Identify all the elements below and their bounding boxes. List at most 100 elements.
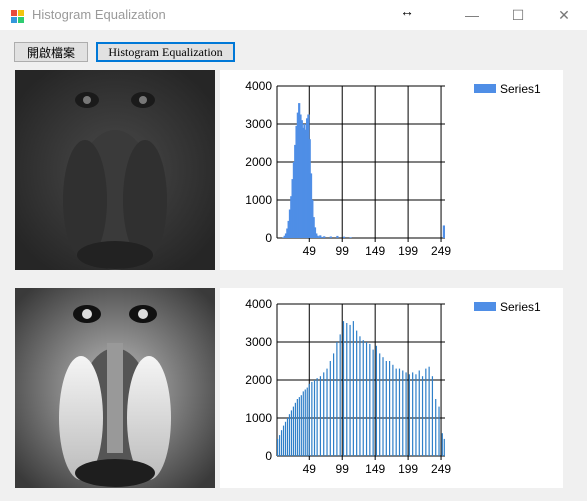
histogram-bar <box>304 389 306 456</box>
histogram-bar <box>346 323 348 456</box>
histogram-bar <box>333 353 335 456</box>
histogram-bar <box>365 342 368 456</box>
histogram-bar <box>294 402 296 456</box>
histogram-bar <box>302 391 304 456</box>
histogram-bar <box>382 357 384 456</box>
histogram-bar <box>375 345 378 456</box>
histogram-bar <box>311 381 313 456</box>
histogram-bar <box>329 236 332 238</box>
histogram-bar <box>284 421 287 456</box>
histogram-bar <box>398 368 401 456</box>
histogram-bar <box>379 353 381 456</box>
minimize-icon: — <box>465 7 479 23</box>
resize-cursor-icon: ↔ <box>400 3 414 19</box>
histogram-bar <box>443 438 445 456</box>
histogram-bar <box>278 435 281 456</box>
histogram-bar <box>349 237 352 238</box>
y-tick-label: 3000 <box>245 335 272 349</box>
x-tick-label: 199 <box>398 244 418 258</box>
histogram-bar <box>296 399 298 456</box>
histogram-bar <box>408 374 410 456</box>
histogram-bar <box>326 368 328 456</box>
histogram-bar <box>319 376 322 456</box>
x-tick-label: 249 <box>431 462 451 476</box>
x-tick-label: 49 <box>303 244 317 258</box>
y-tick-label: 1000 <box>245 193 272 207</box>
histogram-bar <box>392 364 394 456</box>
histogram-bar <box>359 336 361 456</box>
histogram-bar <box>418 370 420 456</box>
y-tick-label: 4000 <box>245 297 272 311</box>
histogram-bar <box>292 406 295 456</box>
close-button[interactable]: ✕ <box>541 0 587 30</box>
histogram-bar <box>342 236 346 238</box>
histogram-bar <box>369 343 371 456</box>
histogram-bar <box>280 430 283 456</box>
original-image <box>15 70 215 270</box>
y-tick-label: 0 <box>265 449 272 463</box>
histogram-bar <box>389 361 391 456</box>
histogram-bar <box>286 418 289 456</box>
legend-label: Series1 <box>500 82 541 96</box>
histogram-bar <box>356 330 358 456</box>
histogram-bar <box>425 368 427 456</box>
original-histogram-chart: 0 1000 2000 3000 4000 49 99 149 199 249 Series1 <box>220 70 563 270</box>
histogram-bar <box>342 321 345 456</box>
maximize-icon: ☐ <box>511 6 525 23</box>
close-icon: ✕ <box>558 6 570 23</box>
x-tick-label: 249 <box>431 244 451 258</box>
legend-swatch <box>474 302 496 311</box>
window-title: Histogram Equalization <box>32 7 166 22</box>
histogram-bar <box>438 406 440 456</box>
histogram-bar <box>421 376 424 456</box>
y-tick-label: 2000 <box>245 373 272 387</box>
x-tick-label: 149 <box>365 462 385 476</box>
histogram-bar <box>441 433 443 456</box>
histogram-bar <box>336 235 339 238</box>
histogram-bar <box>277 438 279 456</box>
histogram-bar <box>320 236 323 238</box>
histogram-bar <box>336 342 338 456</box>
histogram-bar <box>316 378 318 456</box>
histogram-bar <box>435 399 437 456</box>
x-tick-label: 99 <box>336 462 350 476</box>
legend-label: Series1 <box>500 300 541 314</box>
histogram-bar <box>395 368 397 456</box>
histogram-bar <box>298 397 300 456</box>
histogram-bar <box>300 395 302 456</box>
histogram-equalization-button[interactable]: Histogram Equalization <box>96 42 235 62</box>
x-tick-label: 199 <box>398 462 418 476</box>
y-tick-label: 4000 <box>245 79 272 93</box>
y-tick-label: 2000 <box>245 155 272 169</box>
histogram-bar <box>362 340 364 456</box>
open-file-button[interactable]: 開啟檔案 <box>14 42 88 62</box>
histogram-bar <box>313 380 316 456</box>
histogram-bar <box>428 366 430 456</box>
equalized-histogram-chart: 0 1000 2000 3000 4000 49 99 149 199 249 Series1 <box>220 288 563 488</box>
histogram-bar <box>323 372 325 456</box>
minimize-button[interactable]: — <box>449 0 495 30</box>
histogram-bar <box>352 321 354 456</box>
histogram-bar <box>442 225 445 238</box>
histogram-bar <box>372 349 374 456</box>
app-icon <box>11 10 24 23</box>
x-tick-label: 49 <box>303 462 317 476</box>
y-tick-label: 3000 <box>245 117 272 131</box>
histogram-bar <box>288 414 291 456</box>
histogram-bar <box>415 374 417 456</box>
histogram-bar <box>329 361 331 456</box>
maximize-button[interactable]: ☐ <box>495 0 541 30</box>
histogram-bar <box>290 410 293 456</box>
histogram-bar <box>405 372 407 456</box>
x-tick-label: 149 <box>365 244 385 258</box>
y-tick-label: 0 <box>265 231 272 245</box>
legend-swatch <box>474 84 496 93</box>
histogram-bar <box>306 387 308 456</box>
histogram-bar <box>349 324 351 456</box>
x-tick-label: 99 <box>336 244 350 258</box>
histogram-bar <box>385 361 387 456</box>
histogram-bar <box>431 376 434 456</box>
histogram-bar <box>402 370 404 456</box>
equalized-image <box>15 288 215 488</box>
histogram-bar <box>412 372 414 456</box>
